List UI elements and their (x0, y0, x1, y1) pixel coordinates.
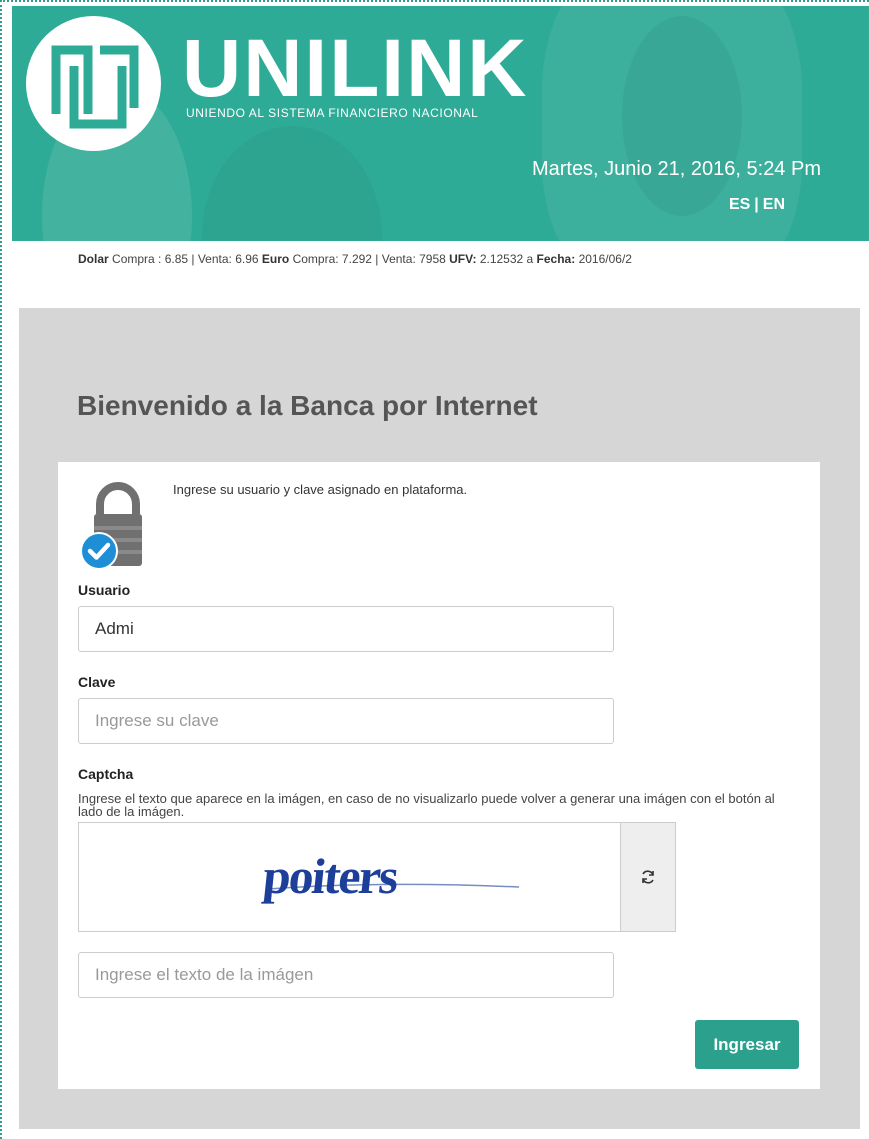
ingresar-button[interactable]: Ingresar (695, 1020, 799, 1069)
frame-top-border (0, 0, 869, 2)
captcha-box: poiters (78, 822, 676, 932)
ticker-ufv-label: UFV: (449, 252, 477, 266)
ticker-fecha-value: 2016/06/2 (575, 252, 632, 266)
refresh-icon (642, 870, 654, 884)
usuario-label: Usuario (78, 582, 131, 598)
page-title: Bienvenido a la Banca por Internet (77, 390, 538, 421)
login-instructions: Ingrese su usuario y clave asignado en p… (173, 482, 468, 497)
ticker-ufv-value: 2.12532 a (476, 252, 537, 266)
checkmark-icon (80, 532, 118, 570)
login-form: Ingrese su usuario y clave asignado en p… (58, 462, 820, 1089)
usuario-input[interactable] (78, 606, 614, 652)
frame-left-border (0, 0, 2, 1139)
login-panel: Bienvenido a la Banca por Internet Ingre… (19, 308, 860, 1129)
captcha-text: poiters (260, 848, 401, 904)
captcha-label: Captcha (78, 766, 134, 782)
site-header: UNILINK UNIENDO AL SISTEMA FINANCIERO NA… (12, 6, 869, 241)
header-decoration (202, 126, 382, 241)
language-switcher: ES | EN (729, 196, 785, 214)
ticker-fecha-label: Fecha: (536, 252, 576, 266)
ticker-dolar-label: Dolar (78, 252, 109, 266)
lock-icon (78, 476, 158, 570)
captcha-input[interactable] (78, 952, 614, 998)
language-separator: | (754, 196, 759, 213)
captcha-image: poiters (260, 848, 520, 904)
brand-name: UNILINK (182, 23, 529, 114)
language-es-link[interactable]: ES (729, 196, 750, 213)
ticker-dolar-values: Compra : 6.85 | Venta: 6.96 (108, 252, 262, 266)
header-decoration (622, 16, 742, 216)
exchange-rate-ticker: Dolar Compra : 6.85 | Venta: 6.96 Euro C… (78, 252, 632, 266)
language-en-link[interactable]: EN (763, 196, 785, 213)
captcha-refresh-button[interactable] (620, 823, 675, 931)
captcha-help-text: Ingrese el texto que aparece en la imáge… (78, 791, 775, 819)
clave-label: Clave (78, 674, 116, 690)
unilink-logo-icon[interactable] (26, 16, 161, 151)
ticker-euro-label: Euro (261, 252, 290, 266)
brand-tagline: UNIENDO AL SISTEMA FINANCIERO NACIONAL (186, 106, 479, 120)
ticker-euro-values: Compra: 7.292 | Venta: 7958 (289, 252, 450, 266)
header-datetime: Martes, Junio 21, 2016, 5:24 Pm (531, 158, 821, 180)
clave-input[interactable] (78, 698, 614, 744)
